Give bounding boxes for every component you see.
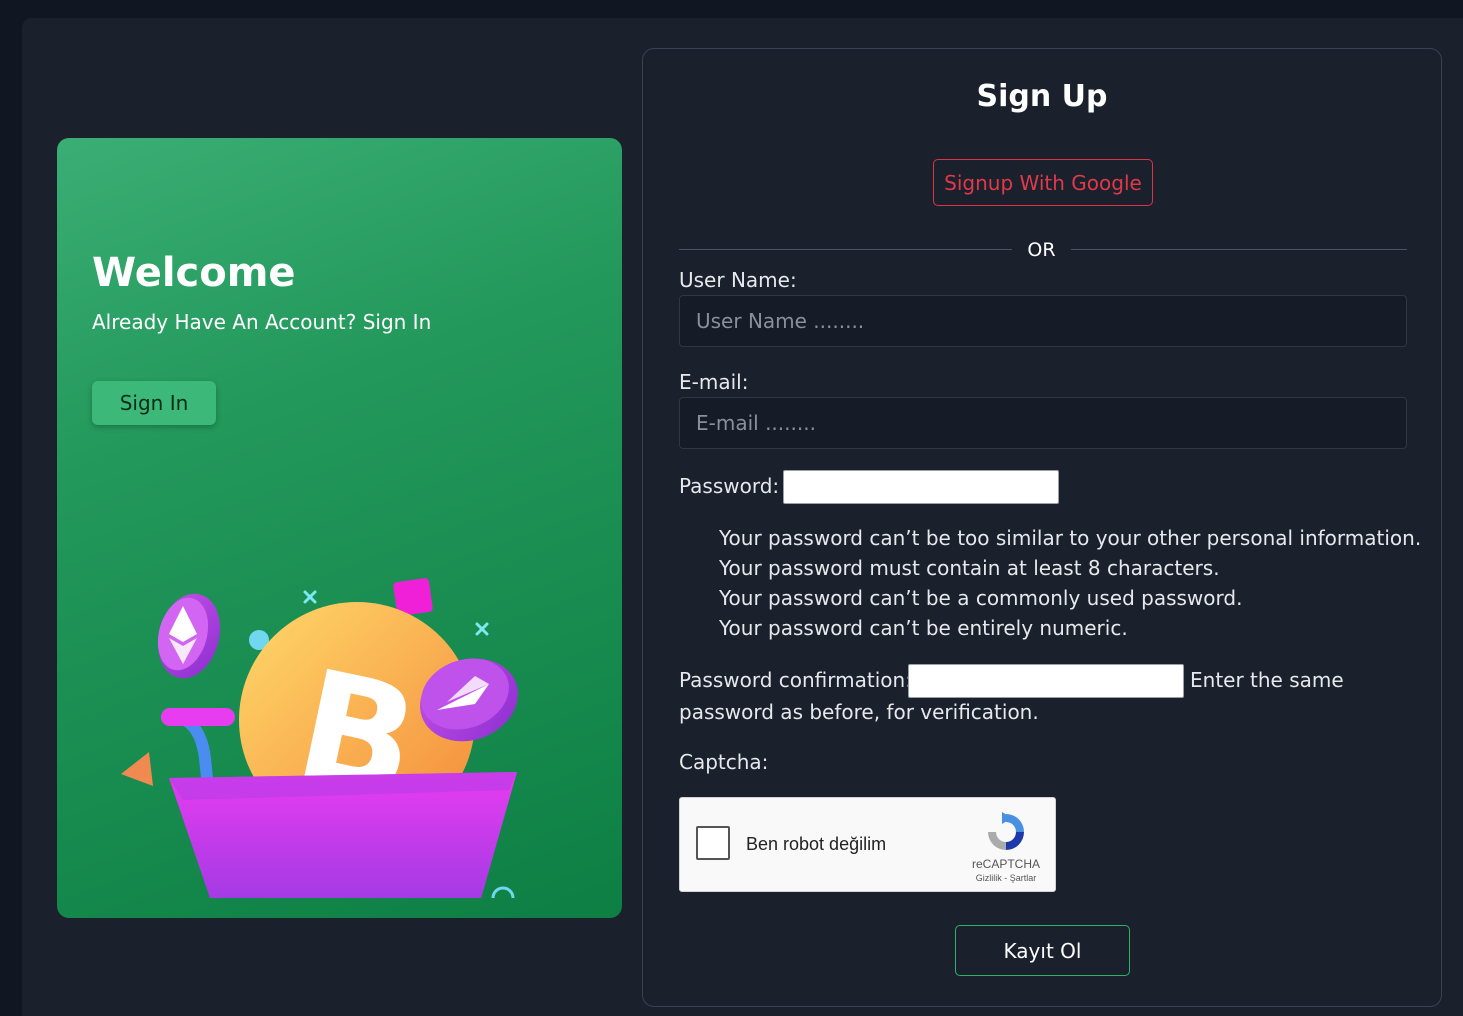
welcome-panel: Welcome Already Have An Account? Sign In…	[57, 138, 622, 918]
signup-panel: Sign Up Signup With Google OR User Name:…	[642, 48, 1442, 1007]
email-label: E-mail:	[679, 370, 749, 394]
password-help-item: Your password can’t be a commonly used p…	[719, 586, 1243, 610]
or-divider: OR	[679, 239, 1407, 261]
password-confirmation-help-continued: password as before, for verification.	[679, 700, 1039, 724]
password-help-item: Your password can’t be too similar to yo…	[719, 526, 1422, 550]
email-input[interactable]	[679, 397, 1407, 449]
welcome-subtitle: Already Have An Account? Sign In	[92, 310, 432, 334]
recaptcha-privacy-terms-link[interactable]: Gizlilik - Şartlar	[966, 873, 1046, 883]
signup-with-google-button[interactable]: Signup With Google	[933, 159, 1153, 206]
welcome-title: Welcome	[92, 250, 296, 296]
password-confirmation-input[interactable]	[908, 664, 1184, 698]
ring-decoration	[491, 886, 515, 898]
captcha-label: Captcha:	[679, 750, 769, 774]
sign-in-button[interactable]: Sign In	[92, 381, 216, 425]
recaptcha-brand: reCAPTCHA	[971, 857, 1040, 871]
ethereum-coin-icon	[157, 593, 221, 679]
recaptcha-widget: Ben robot değilim reCAPTCHA Gizlilik - Ş…	[679, 797, 1056, 892]
password-label: Password:	[679, 474, 780, 498]
password-confirmation-help: Enter the same	[1190, 668, 1344, 692]
password-help-list: Your password can’t be too similar to yo…	[719, 523, 1421, 643]
recaptcha-text: Ben robot değilim	[746, 834, 887, 854]
recaptcha-logo-icon	[988, 812, 1024, 850]
divider-line	[679, 249, 1012, 250]
signup-title: Sign Up	[976, 79, 1108, 114]
password-help-item: Your password must contain at least 8 ch…	[719, 556, 1220, 580]
recaptcha-checkbox[interactable]	[696, 826, 730, 860]
username-input[interactable]	[679, 295, 1407, 347]
password-help-item: Your password can’t be entirely numeric.	[719, 616, 1128, 640]
triangle-decoration	[121, 752, 153, 786]
username-label: User Name:	[679, 268, 797, 292]
password-confirmation-label: Password confirmation:	[679, 668, 912, 692]
password-input[interactable]	[783, 470, 1059, 504]
register-button[interactable]: Kayıt Ol	[955, 925, 1130, 976]
or-text: OR	[1027, 239, 1056, 261]
divider-line	[1071, 249, 1407, 250]
crypto-cart-illustration: B	[121, 578, 518, 898]
